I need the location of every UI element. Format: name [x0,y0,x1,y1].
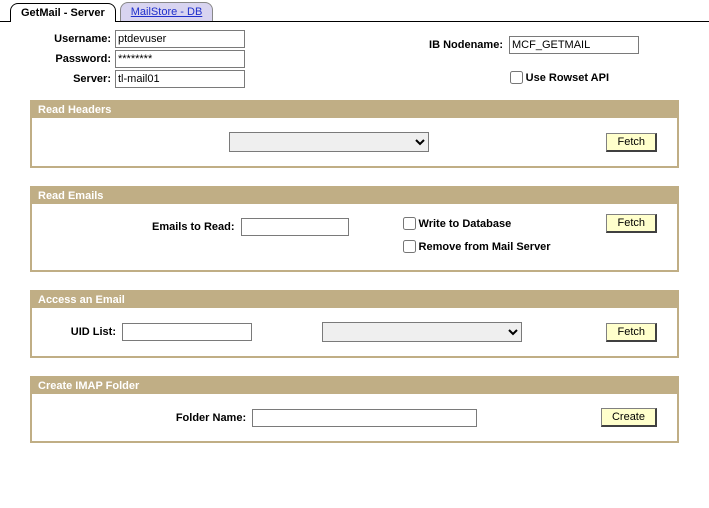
remove-from-mail-server-checkbox[interactable] [403,240,416,253]
use-rowset-api-label: Use Rowset API [526,72,609,84]
write-to-database-label: Write to Database [419,218,512,230]
create-folder-button[interactable]: Create [601,408,657,427]
remove-from-mail-server-label: Remove from Mail Server [419,241,551,253]
emails-to-read-label: Emails to Read: [152,221,241,233]
emails-to-read-input[interactable] [241,218,349,236]
password-input[interactable] [115,50,245,68]
panel-access-email-title: Access an Email [32,292,677,308]
tabs-row: GetMail - Server MailStore - DB [0,0,709,22]
access-email-fetch-button[interactable]: Fetch [606,323,657,342]
read-headers-select[interactable] [229,132,429,152]
panel-access-email: Access an Email UID List: Fetch [30,290,679,358]
server-label: Server: [30,73,115,85]
panel-read-emails-title: Read Emails [32,188,677,204]
ib-nodename-input[interactable] [509,36,639,54]
access-email-select[interactable] [322,322,522,342]
folder-name-label: Folder Name: [176,412,252,424]
ib-nodename-label: IB Nodename: [429,39,509,51]
panel-read-emails: Read Emails Emails to Read: Write to Dat… [30,186,679,272]
panel-create-imap-folder-title: Create IMAP Folder [32,378,677,394]
read-emails-fetch-button[interactable]: Fetch [606,214,657,233]
use-rowset-api-checkbox[interactable] [510,71,523,84]
server-input[interactable] [115,70,245,88]
password-label: Password: [30,53,115,65]
panel-read-headers: Read Headers Fetch [30,100,679,168]
tab-mailstore-db[interactable]: MailStore - DB [120,2,214,21]
write-to-database-checkbox[interactable] [403,217,416,230]
tab-getmail-server[interactable]: GetMail - Server [10,3,116,22]
read-headers-fetch-button[interactable]: Fetch [606,133,657,152]
uid-list-input[interactable] [122,323,252,341]
username-input[interactable] [115,30,245,48]
connection-form: Username: Password: Server: IB Nodename:… [0,22,709,94]
folder-name-input[interactable] [252,409,477,427]
uid-list-label: UID List: [52,326,122,338]
username-label: Username: [30,33,115,45]
panel-create-imap-folder: Create IMAP Folder Folder Name: Create [30,376,679,443]
panel-read-headers-title: Read Headers [32,102,677,118]
